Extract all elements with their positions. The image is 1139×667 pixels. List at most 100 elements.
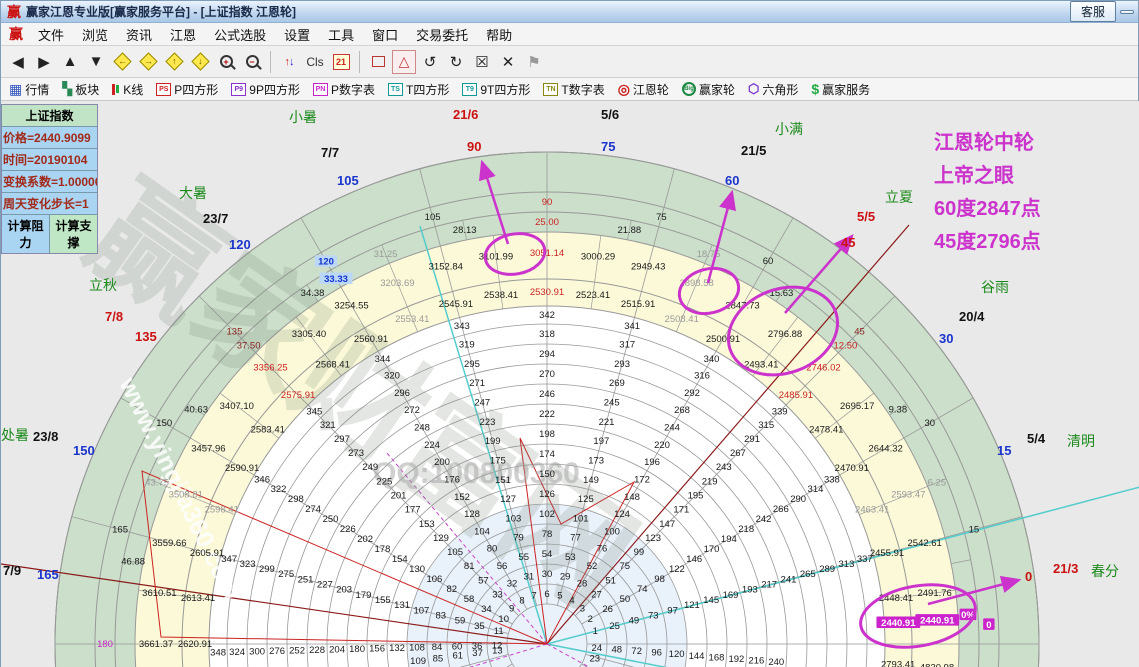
toolbar-item-赢家轮[interactable]: Big 赢家轮 (681, 81, 735, 98)
triangle-tool-icon[interactable]: △ (392, 49, 416, 74)
svg-text:193: 193 (742, 585, 758, 596)
svg-text:103: 103 (505, 513, 521, 524)
svg-text:223: 223 (480, 417, 496, 428)
diamond-left-icon[interactable]: ← (110, 50, 134, 74)
svg-text:203: 203 (336, 585, 352, 596)
nav-left-icon[interactable]: ◀ (6, 50, 30, 74)
rect-tool-icon[interactable] (366, 50, 390, 74)
rotate-cw-icon[interactable]: ↻ (444, 50, 468, 74)
menu-item-6[interactable]: 工具 (319, 23, 363, 46)
menu-bar: 赢 文件 浏览 资讯 江恩 公式选股 设置 工具 窗口 交易委托 帮助 (1, 23, 1138, 46)
svg-text:6.25: 6.25 (928, 478, 947, 489)
svg-text:317: 317 (619, 340, 635, 351)
toolbar-separator (270, 50, 271, 73)
nav-right-icon[interactable]: ▶ (32, 50, 56, 74)
svg-text:154: 154 (392, 554, 408, 565)
svg-text:4830.98: 4830.98 (920, 662, 954, 667)
calc-resistance-button[interactable]: 计算阻力 (2, 215, 50, 253)
svg-text:315: 315 (758, 420, 774, 431)
flag-icon[interactable]: ⚑ (522, 50, 546, 74)
updown-icon[interactable]: ↑ ↓ (277, 50, 301, 74)
toolbar-item-板块[interactable]: ▚ 板块 (62, 81, 99, 98)
menu-item-9[interactable]: 帮助 (477, 23, 521, 46)
svg-text:168: 168 (709, 652, 725, 663)
svg-text:314: 314 (808, 484, 824, 495)
toolbar-item-P四方形[interactable]: PS P四方形 (156, 81, 218, 98)
wheel-annotation: 江恩轮中轮 上帝之眼 60度2847点 45度2796点 (934, 127, 1041, 259)
svg-text:57: 57 (478, 575, 489, 586)
toolbar-item-T数字表[interactable]: TN T数字表 (543, 81, 605, 98)
svg-text:3254.55: 3254.55 (334, 300, 368, 311)
svg-text:60: 60 (763, 256, 774, 267)
svg-text:28.13: 28.13 (453, 225, 477, 236)
calendar-icon[interactable]: 21 (329, 50, 353, 74)
wheel-outer-label-5/4: 5/4 (1027, 431, 1046, 446)
partial-button[interactable] (1120, 9, 1134, 14)
wheel-outer-label-处暑: 处暑 (1, 427, 29, 443)
svg-text:269: 269 (609, 378, 625, 389)
chart-type-toolbar: ▦ 行情 ▚ 板块 K线 PS P四方形 P9 9P四方形 PN P数字表 TS T四方形 T9 9T四方形… (1, 78, 1138, 101)
svg-text:50: 50 (620, 594, 631, 605)
nav-up-icon[interactable]: ▲ (58, 50, 82, 74)
diamond-down-icon[interactable]: ↓ (188, 50, 212, 74)
toolbar-item-label: 行情 (25, 82, 50, 97)
svg-text:245: 245 (604, 398, 620, 409)
menu-item-2[interactable]: 资讯 (117, 23, 161, 46)
menu-item-1[interactable]: 浏览 (73, 23, 117, 46)
cls-icon[interactable]: Cls (303, 50, 327, 74)
svg-text:272: 272 (404, 405, 420, 416)
wheel-outer-label-7/9: 7/9 (3, 563, 22, 578)
toolbar-item-江恩轮[interactable]: ◎ 江恩轮 (618, 81, 669, 98)
wheel-outer-label-5/5: 5/5 (857, 209, 876, 224)
svg-text:27: 27 (591, 590, 602, 601)
toolbar-item-9T四方形[interactable]: T9 9T四方形 (462, 81, 530, 98)
svg-text:198: 198 (539, 429, 555, 440)
svg-text:202: 202 (357, 534, 373, 545)
svg-text:135: 135 (227, 326, 243, 337)
wheel-outer-label-0: 0 (1025, 569, 1033, 584)
svg-text:99: 99 (634, 547, 645, 558)
support-button[interactable]: 客服 (1069, 1, 1116, 22)
menu-item-8[interactable]: 交易委托 (407, 23, 477, 46)
menu-item-0[interactable]: 文件 (29, 23, 73, 46)
toolbar-item-行情[interactable]: ▦ 行情 (9, 81, 49, 98)
app-logo-icon: 赢 (7, 3, 21, 20)
menu-item-4[interactable]: 公式选股 (205, 23, 275, 46)
pan-icon[interactable]: ✕ (496, 50, 520, 74)
toolbar-item-K线[interactable]: K线 (112, 81, 143, 98)
toolbar-item-T四方形[interactable]: TS T四方形 (388, 81, 449, 98)
toolbar-item-六角形[interactable]: ⬡ 六角形 (748, 81, 798, 98)
calc-support-button[interactable]: 计算支撑 (50, 215, 97, 253)
rotate-ccw-icon[interactable]: ↺ (418, 50, 442, 74)
svg-text:2485.91: 2485.91 (779, 390, 813, 401)
zoom-in-icon[interactable]: + (214, 50, 238, 74)
svg-text:227: 227 (317, 579, 333, 590)
svg-text:49: 49 (629, 616, 640, 627)
app-window: 赢 赢家江恩专业版[赢家服务平台] - [上证指数 江恩轮] 客服 赢 文件 浏览… (0, 0, 1139, 667)
svg-text:2568.41: 2568.41 (316, 360, 350, 371)
kline-icon (112, 83, 120, 95)
svg-text:45: 45 (854, 326, 865, 337)
svg-text:165: 165 (112, 525, 128, 536)
svg-text:30: 30 (542, 569, 553, 580)
menu-item-7[interactable]: 窗口 (363, 23, 407, 46)
svg-text:144: 144 (689, 651, 705, 662)
box-x-icon[interactable]: ☒ (470, 50, 494, 74)
svg-text:79: 79 (513, 533, 524, 544)
svg-text:0: 0 (986, 620, 991, 631)
svg-text:196: 196 (644, 457, 660, 468)
diamond-right-icon[interactable]: → (136, 50, 160, 74)
nav-down-icon[interactable]: ▼ (84, 50, 108, 74)
diamond-up-icon[interactable]: ↑ (162, 50, 186, 74)
badge-P9-icon: P9 (231, 82, 247, 96)
toolbar-item-9P四方形[interactable]: P9 9P四方形 (231, 81, 300, 98)
toolbar-item-赢家服务[interactable]: $ 赢家服务 (811, 81, 870, 98)
svg-text:3610.51: 3610.51 (142, 588, 176, 599)
zoom-out-icon[interactable]: − (240, 50, 264, 74)
svg-text:12.50: 12.50 (834, 341, 858, 352)
svg-text:292: 292 (684, 388, 700, 399)
toolbar-item-P数字表[interactable]: PN P数字表 (312, 81, 375, 98)
svg-text:228: 228 (309, 645, 325, 656)
menu-item-5[interactable]: 设置 (275, 23, 319, 46)
menu-item-3[interactable]: 江恩 (161, 23, 205, 46)
